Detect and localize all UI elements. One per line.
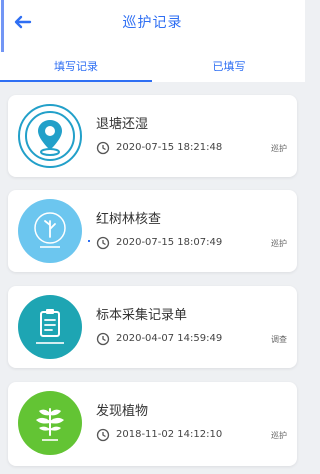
record-tag: 巡护 bbox=[271, 431, 287, 440]
record-title: 发现植物 bbox=[96, 404, 149, 419]
record-tag: 调查 bbox=[271, 335, 287, 344]
tab-label: 填写记录 bbox=[54, 60, 98, 73]
clock-icon bbox=[96, 141, 110, 155]
title-bar: 巡护记录 bbox=[0, 0, 305, 46]
record-tag: 巡护 bbox=[271, 144, 287, 153]
record-time: 2020-07-15 18:21:48 bbox=[116, 142, 223, 153]
clipboard-icon bbox=[18, 295, 82, 359]
app-header: 巡护记录 填写记录 已填写 bbox=[0, 0, 305, 82]
clock-icon bbox=[96, 236, 110, 250]
record-time: 2020-04-07 14:59:49 bbox=[116, 333, 223, 344]
record-title: 标本采集记录单 bbox=[96, 308, 188, 323]
page-title: 巡护记录 bbox=[122, 15, 183, 31]
record-card[interactable]: 发现植物 2018-11-02 14:12:10 巡护 bbox=[8, 382, 297, 466]
record-title: 退塘还湿 bbox=[96, 117, 149, 132]
location-pin-icon bbox=[18, 104, 82, 168]
record-time: 2020-07-15 18:07:49 bbox=[116, 237, 223, 248]
tab-bar: 填写记录 已填写 bbox=[0, 52, 305, 82]
record-tag: 巡护 bbox=[271, 239, 287, 248]
record-title: 红树林核查 bbox=[96, 212, 162, 227]
decorative-dot bbox=[88, 240, 90, 242]
active-tab-indicator bbox=[0, 80, 152, 82]
tab-label: 已填写 bbox=[212, 60, 246, 73]
record-card[interactable]: 标本采集记录单 2020-04-07 14:59:49 调查 bbox=[8, 286, 297, 368]
record-time: 2018-11-02 14:12:10 bbox=[116, 429, 223, 440]
clock-icon bbox=[96, 332, 110, 346]
record-card[interactable]: 退塘还湿 2020-07-15 18:21:48 巡护 bbox=[8, 95, 297, 177]
leaf-icon bbox=[18, 391, 82, 455]
tab-fill-record[interactable]: 填写记录 bbox=[0, 52, 152, 82]
tab-filled[interactable]: 已填写 bbox=[153, 52, 305, 82]
clock-icon bbox=[96, 428, 110, 442]
tree-icon bbox=[18, 199, 82, 263]
record-card[interactable]: 红树林核查 2020-07-15 18:07:49 巡护 bbox=[8, 190, 297, 272]
